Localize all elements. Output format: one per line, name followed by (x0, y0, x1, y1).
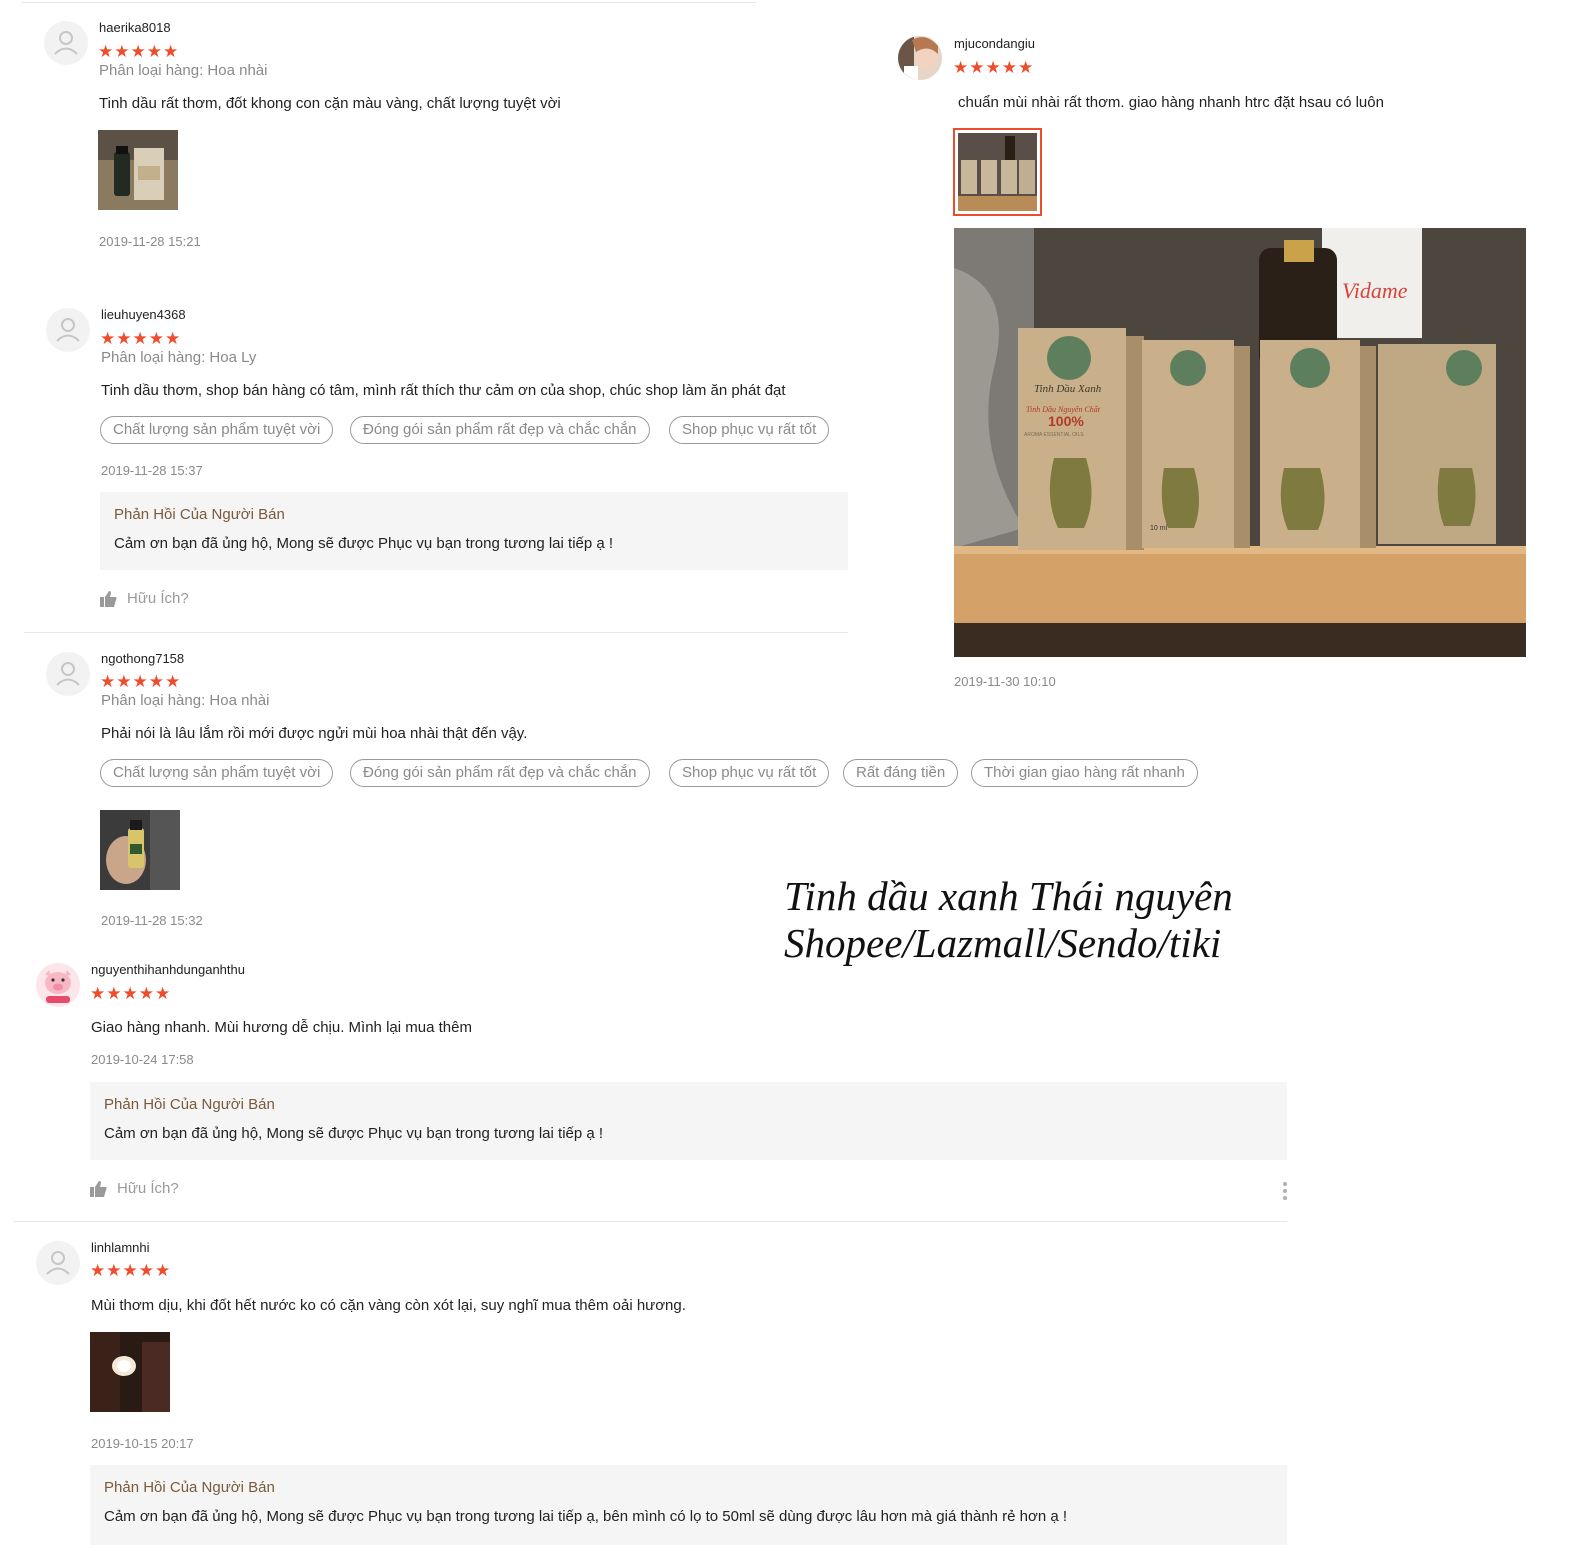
review-photo-thumbnail[interactable] (90, 1332, 170, 1412)
avatar[interactable] (46, 652, 90, 696)
seller-reply: Phản Hồi Của Người Bán Cảm ơn bạn đã ủng… (90, 1465, 1287, 1545)
star-rating: ★★★★★ (98, 42, 180, 61)
review-photo-thumbnail[interactable] (100, 810, 180, 890)
seller-reply-text: Cảm ơn bạn đã ủng hộ, Mong sẽ được Phục … (104, 1125, 604, 1142)
avatar[interactable] (36, 1241, 80, 1285)
review-tag: Chất lượng sản phẩm tuyệt vời (100, 416, 334, 444)
promo-text-line1: Tinh dầu xanh Thái nguyên (784, 873, 1233, 919)
review-username[interactable]: nguyenthihanhdunganhthu (91, 962, 245, 977)
seller-reply-text: Cảm ơn bạn đã ủng hộ, Mong sẽ được Phục … (114, 535, 614, 552)
review-username[interactable]: lieuhuyen4368 (101, 307, 186, 322)
review-tag: Đóng gói sản phẩm rất đẹp và chắc chắn (350, 416, 650, 444)
avatar[interactable] (44, 21, 88, 65)
vidame-box-label: Vidame (1342, 278, 1408, 303)
star-rating: ★★★★★ (100, 672, 182, 691)
review-comment: Mùi thơm dịu, khi đốt hết nước ko có cặn… (91, 1297, 686, 1314)
review-photo-thumbnail-selected[interactable] (953, 128, 1042, 216)
review-date: 2019-11-28 15:37 (101, 463, 203, 478)
star-rating: ★★★★★ (90, 1261, 172, 1280)
star-rating: ★★★★★ (953, 58, 1035, 77)
avatar[interactable] (898, 36, 942, 80)
review-tag: Shop phục vụ rất tốt (669, 759, 830, 787)
box-brand-label: Tinh Dầu Xanh (1034, 383, 1102, 395)
review-tag: Rất đáng tiền (843, 759, 959, 787)
pig-avatar-icon (36, 963, 80, 1007)
review-photo-large[interactable]: Vidame Tinh Dầu Xanh Tinh Dầu Nguyên Chấ… (954, 228, 1526, 657)
user-placeholder-icon (56, 318, 80, 342)
box-percent-label: 100% (1048, 413, 1084, 429)
seller-reply: Phản Hồi Của Người Bán Cảm ơn bạn đã ủng… (90, 1082, 1287, 1160)
thumbs-up-icon (90, 1180, 107, 1197)
seller-reply-title: Phản Hồi Của Người Bán (114, 506, 285, 523)
seller-reply: Phản Hồi Của Người Bán Cảm ơn bạn đã ủng… (100, 492, 848, 570)
review-photo-thumbnail[interactable] (98, 130, 178, 210)
review-date: 2019-11-28 15:21 (99, 234, 201, 249)
review-comment: Tinh dầu rất thơm, đốt khong con cặn màu… (99, 95, 561, 112)
user-placeholder-icon (56, 662, 80, 686)
user-placeholder-icon (46, 1251, 70, 1275)
review-tag: Shop phục vụ rất tốt (669, 416, 830, 444)
review-username[interactable]: ngothong7158 (101, 651, 184, 666)
review-username[interactable]: linhlamnhi (91, 1240, 150, 1255)
review-comment: Tinh dầu thơm, shop bán hàng có tâm, mìn… (101, 382, 786, 399)
profile-photo-avatar (898, 36, 942, 80)
review-divider (24, 632, 848, 633)
thumbs-up-icon (100, 590, 117, 607)
helpful-label: Hữu Ích? (117, 1180, 179, 1197)
review-username[interactable]: haerika8018 (99, 20, 171, 35)
box-aroma-label: AROMA ESSENTIAL OILS (1024, 432, 1084, 438)
star-rating: ★★★★★ (100, 329, 182, 348)
avatar[interactable] (46, 308, 90, 352)
review-comment: chuẩn mùi nhài rất thơm. giao hàng nhanh… (958, 94, 1384, 111)
review-tag: Chất lượng sản phẩm tuyệt vời (100, 759, 334, 787)
review-tag: Thời gian giao hàng rất nhanh (971, 759, 1198, 787)
product-variant: Phân loại hàng: Hoa nhài (101, 692, 270, 709)
product-variant: Phân loại hàng: Hoa Ly (101, 349, 257, 366)
more-options-icon[interactable] (1283, 1182, 1287, 1203)
helpful-button[interactable]: Hữu Ích? (100, 590, 189, 607)
review-username[interactable]: mjucondangiu (954, 36, 1035, 51)
seller-reply-title: Phản Hồi Của Người Bán (104, 1479, 275, 1496)
review-comment: Phải nói là lâu lắm rồi mới được ngửi mù… (101, 725, 528, 742)
helpful-label: Hữu Ích? (127, 590, 189, 607)
review-date: 2019-11-30 10:10 (954, 674, 1056, 689)
review-date: 2019-10-15 20:17 (91, 1436, 194, 1451)
seller-reply-text: Cảm ơn bạn đã ủng hộ, Mong sẽ được Phục … (104, 1508, 1068, 1525)
review-divider (14, 1221, 1287, 1222)
helpful-button[interactable]: Hữu Ích? (90, 1180, 179, 1197)
user-placeholder-icon (54, 31, 78, 55)
review-tag: Đóng gói sản phẩm rất đẹp và chắc chắn (350, 759, 650, 787)
review-date: 2019-11-28 15:32 (101, 913, 203, 928)
review-date: 2019-10-24 17:58 (91, 1052, 194, 1067)
seller-reply-title: Phản Hồi Của Người Bán (104, 1096, 275, 1113)
avatar[interactable] (36, 963, 80, 1007)
top-divider (22, 2, 756, 3)
product-variant: Phân loại hàng: Hoa nhài (99, 62, 268, 79)
star-rating: ★★★★★ (90, 984, 172, 1003)
review-comment: Giao hàng nhanh. Mùi hương dễ chịu. Mình… (91, 1019, 472, 1036)
box-volume-label: 10 ml (1150, 525, 1168, 532)
promo-text-line2: Shopee/Lazmall/Sendo/tiki (784, 920, 1222, 966)
